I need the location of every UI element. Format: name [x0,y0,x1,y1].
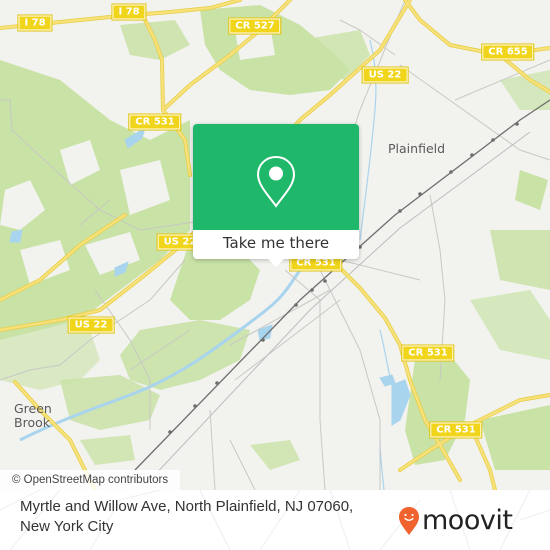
footer: Myrtle and Willow Ave, North Plainfield,… [0,490,550,550]
road-shield-cr527: CR 527 [228,17,282,35]
place-label-green-brook: Green Brook [14,401,52,430]
take-me-there-button[interactable]: Take me there [193,230,359,259]
take-me-there-popup[interactable]: Take me there [193,124,359,267]
address-text: Myrtle and Willow Ave, North Plainfield,… [20,497,390,537]
moovit-wordmark: moovit [422,505,513,536]
road-shield-cr655: CR 655 [481,43,535,61]
map-view[interactable]: I 78 I 78 CR 527 CR 655 US 22 CR 531 US … [0,0,550,490]
map-pin-icon [256,155,296,208]
popup-header [193,124,359,230]
road-shield-i78: I 78 [111,3,147,21]
address-line-2: New York City [20,518,114,535]
address-line-1: Myrtle and Willow Ave, North Plainfield,… [20,498,354,515]
popup-pointer [267,258,285,267]
map-attribution[interactable]: © OpenStreetMap contributors [0,470,181,490]
place-label-plainfield: Plainfield [388,141,446,156]
moovit-pin-smile-icon [399,507,419,535]
road-shield-us22: US 22 [67,316,115,334]
road-shield-cr531: CR 531 [128,113,182,131]
moovit-logo[interactable]: moovit [398,504,513,538]
road-shield-i78: I 78 [17,14,53,32]
road-shield-us22: US 22 [361,66,409,84]
road-shield-cr531: CR 531 [429,421,483,439]
road-shield-cr531: CR 531 [401,344,455,362]
